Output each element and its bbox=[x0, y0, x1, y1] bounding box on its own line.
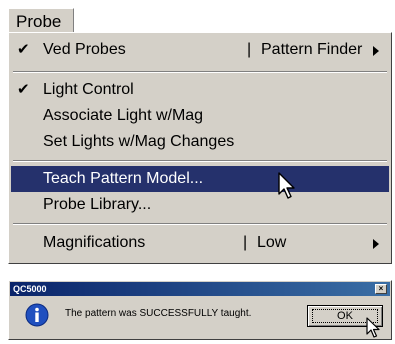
menu-item-probe-library[interactable]: Probe Library... bbox=[11, 192, 389, 218]
close-button[interactable]: × bbox=[375, 284, 387, 294]
menu-item-label: Magnifications bbox=[43, 234, 146, 251]
checkmark-icon: ✔ bbox=[17, 81, 30, 98]
menu-item-associate-light[interactable]: Associate Light w/Mag bbox=[11, 103, 389, 129]
probe-dropdown-menu: ✔ Ved Probes | Pattern Finder ✔ Light Co… bbox=[8, 32, 392, 264]
mouse-pointer-icon bbox=[366, 317, 380, 338]
menu-separator bbox=[13, 71, 387, 73]
menu-item-label: Ved Probes bbox=[43, 41, 126, 58]
menu-item-sublabel: Low bbox=[257, 234, 287, 251]
dialog-title: QC5000 bbox=[13, 284, 47, 294]
menu-item-label: Set Lights w/Mag Changes bbox=[43, 133, 235, 150]
submenu-arrow-icon bbox=[373, 46, 379, 56]
dialog-message: The pattern was SUCCESSFULLY taught. bbox=[65, 308, 252, 319]
screenshot: Probe ✔ Ved Probes | Pattern Finder ✔ Li… bbox=[0, 0, 395, 344]
menu-item-label: Teach Pattern Model... bbox=[43, 170, 204, 187]
menu-divider-pipe: | bbox=[247, 41, 252, 58]
menu-item-teach-pattern-model[interactable]: Teach Pattern Model... bbox=[11, 166, 389, 192]
dialog-titlebar[interactable]: QC5000 × bbox=[10, 282, 390, 296]
menu-item-label: Associate Light w/Mag bbox=[43, 107, 204, 124]
menu-separator bbox=[13, 223, 387, 225]
menu-item-label: Probe Library... bbox=[43, 196, 152, 213]
probe-menu-tab[interactable]: Probe bbox=[8, 8, 74, 33]
menu-item-light-control[interactable]: ✔ Light Control bbox=[11, 77, 389, 103]
probe-menu-label: Probe bbox=[16, 12, 62, 31]
menu-item-sublabel: Pattern Finder bbox=[261, 41, 363, 58]
menu-divider-pipe: | bbox=[243, 234, 248, 251]
menu-separator bbox=[13, 160, 387, 162]
info-icon bbox=[25, 303, 49, 327]
menu-item-ved-probes[interactable]: ✔ Ved Probes | Pattern Finder bbox=[11, 37, 389, 63]
menu-item-set-lights[interactable]: Set Lights w/Mag Changes bbox=[11, 129, 389, 155]
submenu-arrow-icon bbox=[373, 239, 379, 249]
menu-item-label: Light Control bbox=[43, 81, 134, 98]
mouse-pointer-icon bbox=[278, 172, 295, 199]
qc5000-dialog: QC5000 × The pattern was SUCCESSFULLY ta… bbox=[8, 280, 392, 340]
checkmark-icon: ✔ bbox=[17, 41, 30, 58]
menu-item-magnifications[interactable]: Magnifications | Low bbox=[11, 230, 389, 256]
